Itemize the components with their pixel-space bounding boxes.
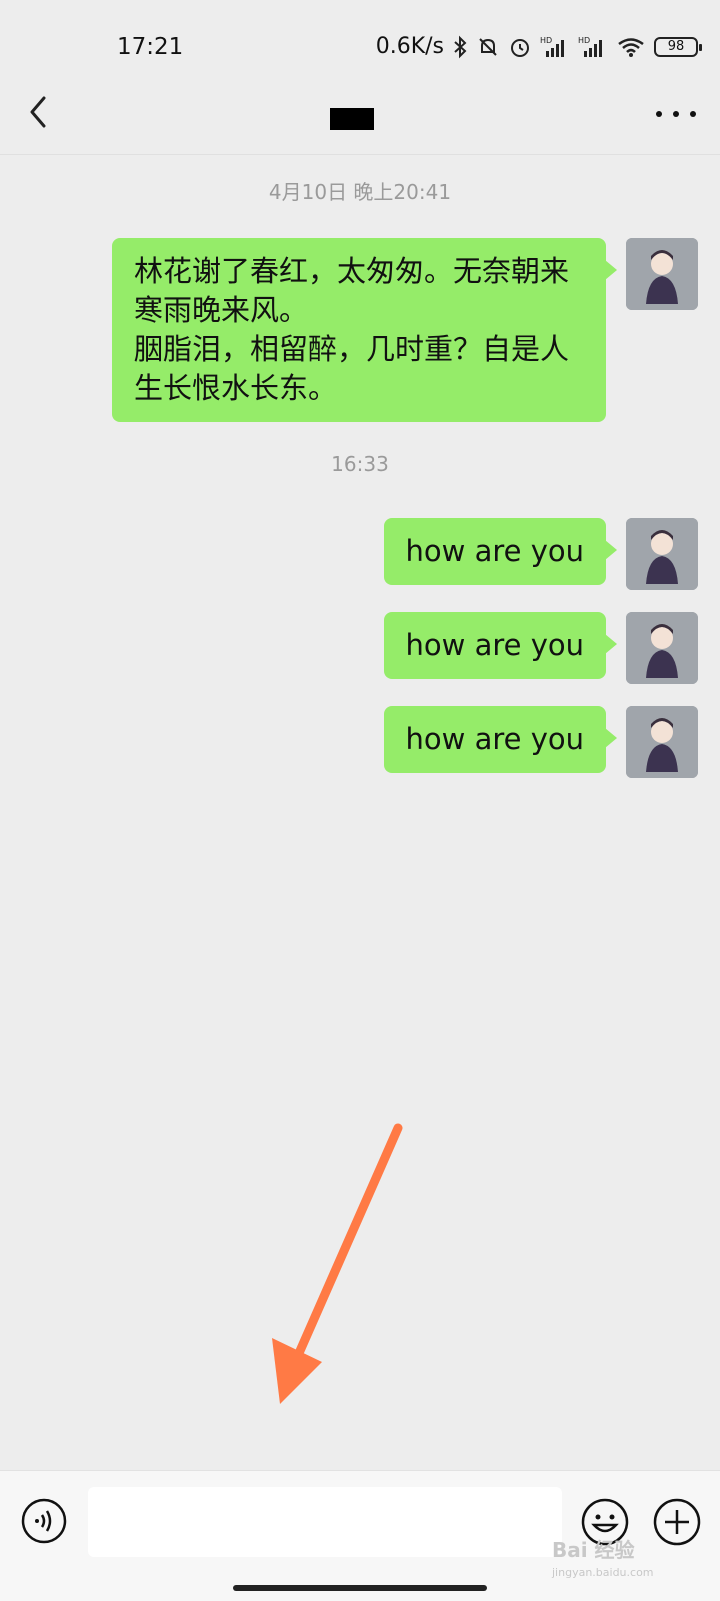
battery-icon: 98 (654, 36, 702, 57)
avatar-image (626, 706, 698, 778)
svg-text:HD: HD (540, 36, 552, 45)
chevron-left-icon (30, 96, 46, 128)
alarm-icon (511, 38, 529, 57)
avatar[interactable] (626, 518, 698, 590)
avatar[interactable] (626, 238, 698, 310)
avatar[interactable] (626, 612, 698, 684)
plus-button[interactable] (652, 1497, 702, 1547)
chat-header (0, 90, 720, 155)
message-row: how are you (383, 706, 698, 778)
mute-icon (479, 37, 497, 56)
wifi-icon (618, 37, 644, 57)
voice-icon (21, 1498, 67, 1544)
plus-icon (653, 1498, 701, 1546)
avatar-image (626, 612, 698, 684)
avatar-image (626, 518, 698, 590)
watermark-url: jingyan.baidu.com (552, 1566, 654, 1579)
signal-hd-icon: HD (578, 36, 602, 57)
voice-button[interactable] (20, 1497, 68, 1545)
watermark-logo: Bai 经验 (552, 1538, 635, 1562)
timestamp: 4月10日 晚上20:41 (268, 180, 452, 204)
network-speed: 0.6K/s (375, 34, 444, 59)
bluetooth-icon (454, 35, 467, 58)
message-bubble[interactable]: how are you (383, 518, 618, 585)
chat-title-redacted (330, 108, 374, 130)
message-row: 林花谢了春红，太匆匆。无奈朝来寒雨晚来风。 胭脂泪，相留醉，几时重？自是人生长恨… (112, 238, 698, 422)
back-button[interactable] (20, 92, 64, 136)
message-bubble[interactable]: how are you (383, 612, 618, 679)
message-text: how are you (405, 628, 584, 662)
message-bubble[interactable]: how are you (383, 706, 618, 773)
status-time: 17:21 (117, 34, 184, 60)
more-dots-icon (656, 111, 662, 117)
message-text: how are you (405, 534, 584, 568)
avatar[interactable] (626, 706, 698, 778)
more-button[interactable] (656, 96, 696, 132)
svg-text:HD: HD (578, 36, 590, 45)
message-bubble[interactable]: 林花谢了春红，太匆匆。无奈朝来寒雨晚来风。 胭脂泪，相留醉，几时重？自是人生长恨… (112, 238, 617, 422)
home-indicator[interactable] (233, 1585, 487, 1591)
message-text: how are you (405, 722, 584, 756)
status-icons: 0.6K/s HD HD 98 (375, 34, 702, 59)
status-bar: 17:21 0.6K/s HD HD 98 (0, 0, 720, 90)
message-input[interactable] (88, 1487, 562, 1557)
signal-hd-icon: HD (540, 36, 564, 57)
timestamp: 16:33 (331, 452, 389, 476)
message-row: how are you (383, 518, 698, 590)
avatar-image (626, 238, 698, 310)
message-text: 林花谢了春红，太匆匆。无奈朝来寒雨晚来风。 胭脂泪，相留醉，几时重？自是人生长恨… (134, 254, 570, 405)
message-row: how are you (383, 612, 698, 684)
